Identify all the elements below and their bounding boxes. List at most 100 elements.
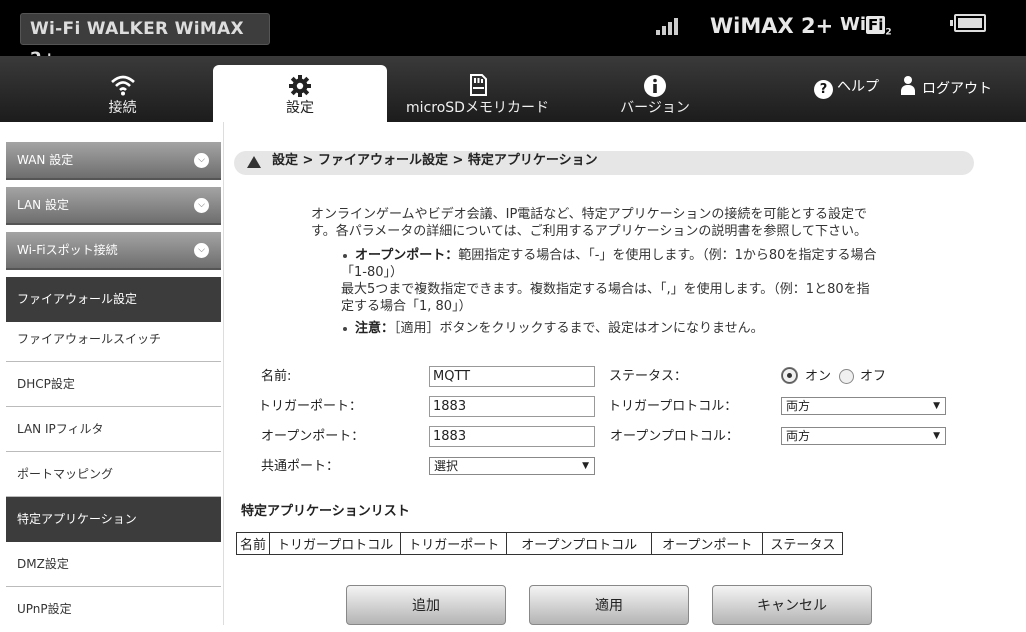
brand-logo: Wi-Fi WALKER WiMAX 2+ — [20, 13, 270, 69]
bullet-icon — [343, 254, 347, 258]
status-on-radio[interactable] — [782, 368, 797, 383]
trigger-protocol-label: トリガープロトコル： — [608, 399, 738, 414]
gear-icon — [213, 74, 387, 98]
page-description: オンラインゲームやビデオ会議、IP電話など、特定アプリケーションの接続を可能とす… — [311, 206, 901, 240]
sidebar-item-label: WAN 設定 — [17, 153, 74, 167]
column-header-open-protocol: オープンプロトコル — [506, 532, 653, 555]
app-list-table: 名前 トリガープロトコル トリガーポート オープンプロトコル オープンポート ス… — [235, 532, 844, 555]
status-off-radio[interactable] — [839, 369, 854, 384]
bullet-icon — [343, 327, 347, 331]
sidebar-item-firewall-switch[interactable]: ファイアウォールスイッチ — [6, 317, 221, 362]
note-text: ［適用］ボタンをクリックするまで、設定はオンになりません。 — [394, 321, 764, 336]
open-protocol-label: オープンプロトコル： — [610, 429, 739, 444]
sidebar-item-label: DMZ設定 — [17, 557, 69, 571]
logout-label: ログアウト — [922, 81, 992, 97]
sidebar-item-label: DHCP設定 — [17, 377, 75, 391]
sidebar-item-label: 特定アプリケーション — [17, 512, 137, 526]
status-off-label: オフ — [860, 369, 887, 384]
description-line: す。各パラメータの詳細については、ご利用するアプリケーションの説明書を参照して下… — [311, 224, 868, 239]
tab-connection[interactable]: 接続 — [60, 56, 185, 122]
sidebar-item-label: ファイアウォール設定 — [17, 292, 138, 306]
name-label: 名前: — [261, 369, 292, 384]
trigger-protocol-select[interactable]: 両方 — [781, 397, 946, 415]
name-input[interactable] — [429, 366, 595, 387]
main-nav: 接続 設定 microSDメモリカード バージョン ? ヘルプ ログアウト — [0, 56, 1026, 122]
top-bar: Wi-Fi WALKER WiMAX 2+ WiMAX 2+ WiFi2 — [0, 0, 1026, 69]
tab-version-label: バージョン — [620, 100, 690, 116]
sidebar-item-upnp[interactable]: UPnP設定 — [6, 587, 221, 632]
signal-bars-icon — [656, 17, 684, 35]
open-port-label: オープンポート： — [261, 429, 365, 444]
tab-settings-label: 設定 — [286, 100, 314, 116]
app-list-title: 特定アプリケーションリスト — [241, 504, 410, 519]
open-port-term: オープンポート： — [355, 248, 459, 263]
tab-microsd-label: microSDメモリカード — [406, 100, 549, 116]
status-on-label: オン — [805, 369, 832, 384]
note-term: 注意： — [355, 321, 395, 336]
sidebar-item-label: LAN IPフィルタ — [17, 422, 104, 436]
open-port-text: 「1-80」） — [341, 265, 404, 280]
column-header-trigger-port: トリガーポート — [400, 532, 508, 555]
status-label: ステータス： — [609, 369, 688, 384]
user-icon — [900, 76, 916, 96]
wimax-logo: WiMAX 2+ — [710, 14, 834, 38]
add-button[interactable]: 追加 — [346, 585, 506, 625]
chevron-down-icon: ⌵ — [194, 198, 209, 213]
open-port-text: 定する場合「1, 80」） — [341, 299, 472, 314]
sidebar-item-label: LAN 設定 — [17, 198, 69, 212]
sidebar-item-port-mapping[interactable]: ポートマッピング — [6, 452, 221, 497]
sidebar-item-firewall[interactable]: ファイアウォール設定 — [6, 277, 221, 322]
description-line: オンラインゲームやビデオ会議、IP電話など、特定アプリケーションの接続を可能とす… — [311, 207, 867, 222]
trigger-port-input[interactable] — [429, 396, 595, 417]
sd-card-icon — [405, 74, 550, 98]
sidebar-item-label: Wi-Fiスポット接続 — [17, 243, 118, 257]
cancel-button[interactable]: キャンセル — [712, 585, 872, 625]
common-port-select[interactable]: 選択 — [429, 457, 595, 475]
sidebar-item-dmz[interactable]: DMZ設定 — [6, 542, 221, 587]
sidebar-item-wifi-spot[interactable]: Wi-Fiスポット接続 ⌵ — [6, 232, 221, 270]
sidebar-item-label: UPnP設定 — [17, 602, 72, 616]
breadcrumb-text: 設定 > ファイアウォール設定 > 特定アプリケーション — [272, 153, 598, 168]
battery-icon — [950, 14, 986, 32]
chevron-down-icon: ⌵ — [194, 153, 209, 168]
column-header-status: ステータス — [762, 532, 844, 555]
sidebar-item-lan[interactable]: LAN 設定 ⌵ — [6, 187, 221, 225]
tab-settings[interactable]: 設定 — [213, 65, 387, 122]
breadcrumb: 設定 > ファイアウォール設定 > 特定アプリケーション — [234, 151, 974, 175]
sidebar-item-label: ポートマッピング — [17, 467, 114, 481]
sidebar-item-lan-ip-filter[interactable]: LAN IPフィルタ — [6, 407, 221, 452]
tab-connection-label: 接続 — [108, 100, 137, 116]
help-label: ヘルプ — [837, 79, 879, 95]
tab-version[interactable]: バージョン — [600, 56, 710, 122]
tab-microsd[interactable]: microSDメモリカード — [405, 56, 550, 122]
table-header-row: 名前 トリガープロトコル トリガーポート オープンプロトコル オープンポート ス… — [235, 532, 844, 555]
common-port-value: 選択 — [434, 459, 459, 473]
column-header-trigger-protocol: トリガープロトコル — [269, 532, 402, 555]
chevron-down-icon: ⌵ — [194, 243, 209, 258]
sidebar: WAN 設定 ⌵ LAN 設定 ⌵ Wi-Fiスポット接続 ⌵ ファイアウォール… — [0, 122, 224, 625]
open-protocol-value: 両方 — [786, 429, 811, 443]
column-header-open-port: オープンポート — [651, 532, 764, 555]
sidebar-item-wan[interactable]: WAN 設定 ⌵ — [6, 142, 221, 180]
help-link[interactable]: ? ヘルプ — [814, 76, 879, 99]
info-icon — [600, 74, 710, 98]
open-port-text: 最大5つまで複数指定できます。複数指定する場合は、「,」を使用します。（例：1と… — [341, 282, 870, 297]
logout-link[interactable]: ログアウト — [900, 76, 992, 100]
sidebar-item-dhcp[interactable]: DHCP設定 — [6, 362, 221, 407]
open-port-note: オープンポート：範囲指定する場合は、「-」を使用します。（例：1から80を指定す… — [343, 247, 915, 264]
wifi-logo: Wi Fi 2 — [840, 14, 892, 38]
open-protocol-select[interactable]: 両方 — [781, 427, 946, 445]
wifi-icon — [60, 74, 185, 98]
open-port-input[interactable] — [429, 426, 595, 447]
apply-button[interactable]: 適用 — [529, 585, 689, 625]
help-icon: ? — [814, 80, 833, 99]
sidebar-item-special-application[interactable]: 特定アプリケーション — [6, 497, 221, 542]
trigger-protocol-value: 両方 — [786, 399, 811, 413]
trigger-port-label: トリガーポート： — [258, 399, 363, 414]
warning-icon — [247, 156, 261, 168]
column-header-name: 名前 — [235, 532, 271, 555]
apply-note: 注意：［適用］ボタンをクリックするまで、設定はオンになりません。 — [343, 320, 875, 337]
sidebar-item-label: ファイアウォールスイッチ — [17, 332, 162, 346]
common-port-label: 共通ポート： — [261, 459, 340, 474]
open-port-text: 範囲指定する場合は、「-」を使用します。（例：1から80を指定する場合 — [458, 248, 877, 263]
